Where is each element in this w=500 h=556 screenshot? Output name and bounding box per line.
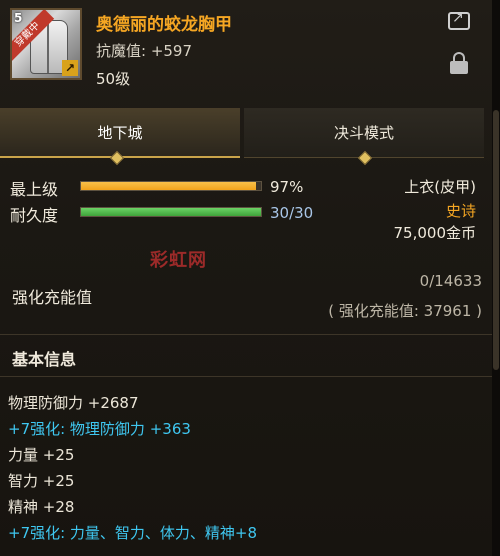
item-level: 50级: [96, 70, 131, 88]
section-divider: [0, 334, 492, 335]
grade-bar-fill: [81, 182, 256, 190]
rarity-label: 史诗: [445, 202, 476, 220]
attr-enhance-physical-defense: +7强化: 物理防御力 +363: [8, 420, 191, 438]
attr-intelligence: 智力 +25: [8, 472, 75, 490]
durability-label: 耐久度: [10, 206, 59, 225]
durability-value: 30/30: [270, 204, 314, 222]
item-thumbnail[interactable]: 5 穿戴中 ↗: [10, 8, 82, 80]
sell-price: 75,000金币: [393, 224, 477, 242]
item-level-badge: 5: [14, 11, 23, 25]
attr-enhance-all-stats: +7强化: 力量、智力、体力、精神+8: [8, 524, 258, 542]
section-divider: [0, 376, 492, 377]
equipment-slot: 上衣(皮甲): [404, 178, 476, 196]
share-icon[interactable]: [448, 10, 470, 30]
attr-spirit: 精神 +28: [8, 498, 75, 516]
attr-physical-defense: 物理防御力 +2687: [8, 394, 139, 412]
enhancement-charge-value: 0/14633: [419, 272, 482, 290]
grade-value: 97%: [270, 178, 304, 196]
scrollbar-thumb[interactable]: [493, 110, 499, 370]
grade-label: 最上级: [10, 180, 59, 199]
tab-dungeon[interactable]: 地下城: [0, 108, 240, 158]
enhancement-charge-label: 强化充能值: [12, 288, 93, 307]
item-name: 奥德丽的蛟龙胸甲: [96, 15, 232, 35]
enhancement-charge-total: ( 强化充能值: 37961 ): [328, 302, 482, 320]
mode-tabs: 地下城 决斗模式: [0, 108, 492, 158]
durability-bar: [80, 207, 262, 217]
durability-bar-fill: [81, 208, 261, 216]
site-watermark: 彩虹网: [150, 250, 207, 271]
scrollbar[interactable]: [492, 0, 500, 556]
attr-strength: 力量 +25: [8, 446, 75, 464]
grade-bar: [80, 181, 262, 191]
upgrade-arrow-icon: ↗: [62, 60, 78, 76]
basic-info-title: 基本信息: [12, 350, 77, 369]
item-tooltip-panel: 5 穿戴中 ↗ 奥德丽的蛟龙胸甲 抗魔值: +597 50级 地下城 决斗模式 …: [0, 0, 493, 556]
lock-icon[interactable]: [450, 52, 468, 74]
magic-resistance-stat: 抗魔值: +597: [96, 42, 193, 60]
